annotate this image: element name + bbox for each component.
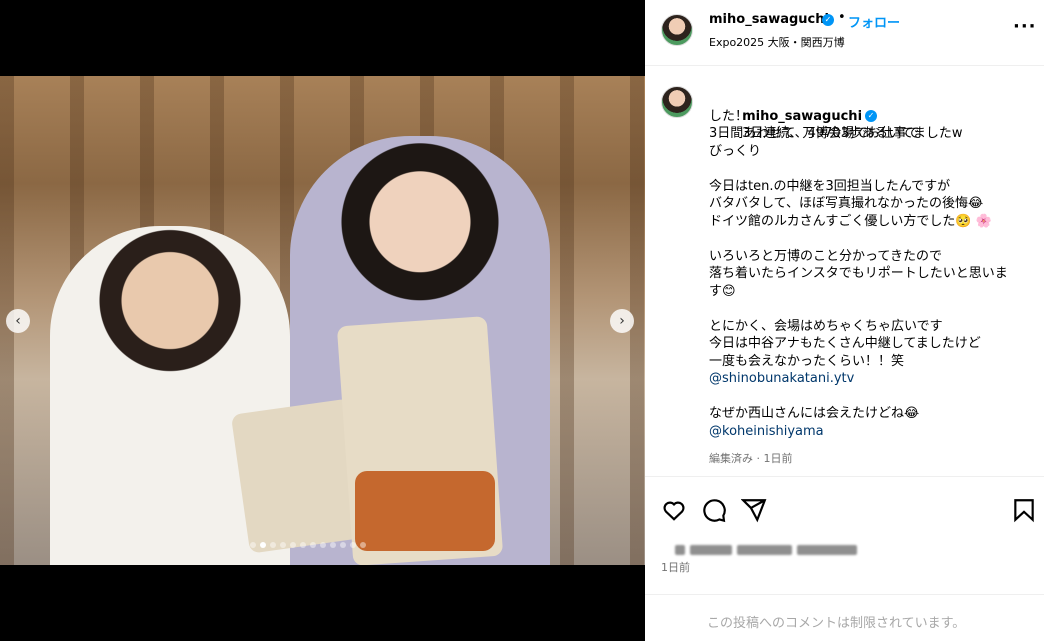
caption-section: miho_sawaguchi ✓ 3日連続、万博会場でお仕事で した！ 3日間あわせ… [645, 66, 1044, 476]
media-panel: ‹ › [0, 0, 645, 641]
caption-line: バタバタして、ほぼ写真撮れなかったの後悔😂 [709, 196, 984, 211]
caption-body: した！ 3日間あわせて、49703歩あるいてましたw びっくり 今日はten.の中継を… [709, 108, 1029, 371]
carousel-dot [300, 542, 306, 548]
carousel-dot [280, 542, 286, 548]
caption-line: ドイツ館のルカさんすごく優しい方でした🥺 🌸 [709, 213, 992, 229]
caption-username[interactable]: miho_sawaguchi [742, 109, 862, 124]
carousel-dot [260, 542, 266, 548]
caption-line: 3日間あわせて、49703歩あるいてましたw [709, 126, 963, 141]
caption-line: 落ち着いたらインスタでもリポートしたいと思いま [709, 266, 1008, 281]
verified-badge-icon: ✓ [865, 110, 878, 122]
share-icon[interactable] [740, 497, 767, 523]
blurred-text [737, 545, 792, 555]
photo-bento-food [355, 471, 495, 551]
likes-summary[interactable] [675, 540, 885, 555]
chevron-left-icon: ‹ [15, 313, 21, 329]
caption-line: 今日は中谷アナもたくさん中継してましたけど [709, 336, 981, 351]
caption-line: びっくり [709, 143, 762, 159]
next-slide-button[interactable]: › [610, 309, 634, 333]
caption-line [709, 160, 1029, 178]
caption-avatar[interactable] [661, 86, 693, 118]
username[interactable]: miho_sawaguchi [709, 12, 829, 27]
caption-meta: 編集済み · 1日前 [709, 452, 793, 465]
post-timestamp[interactable]: 1日前 [661, 559, 690, 575]
caption-line: 一度も会えなかったくらい！！笑 [709, 353, 905, 369]
blurred-text [690, 545, 732, 555]
caption-line: なぜか西山さんには会えたけどね😂 [709, 406, 920, 421]
separator: • [838, 10, 846, 25]
carousel-dot [340, 542, 346, 548]
caption-text: miho_sawaguchi ✓ 3日連続、万博会場でお仕事で した！ 3日間あわせ… [709, 90, 1029, 468]
caption-line: とにかく、会場はめちゃくちゃ広いです [709, 318, 943, 334]
carousel-dot [330, 542, 336, 548]
carousel-dot [320, 542, 326, 548]
mention-link[interactable]: @koheinishiyama [709, 424, 824, 439]
location-link[interactable]: Expo2025 大阪・関西万博 [709, 34, 845, 50]
post-header: miho_sawaguchi ✓ • フォロー Expo2025 大阪・関西万博… [645, 0, 1044, 66]
caption-line: す😊 [709, 283, 736, 299]
carousel-dot [310, 542, 316, 548]
post-details-panel: miho_sawaguchi ✓ • フォロー Expo2025 大阪・関西万博… [645, 0, 1044, 641]
verified-badge-icon: ✓ [822, 14, 834, 26]
comment-icon[interactable] [701, 497, 727, 523]
caption-line: 今日はten.の中継を3回担当したんですが [709, 178, 951, 194]
blurred-text [675, 545, 685, 555]
caption-line [709, 230, 1029, 248]
blurred-text [797, 545, 857, 555]
action-bar [645, 476, 1044, 536]
heart-icon[interactable] [661, 497, 687, 523]
carousel-indicator [250, 542, 366, 548]
carousel-dot [290, 542, 296, 548]
post-photo[interactable] [0, 76, 645, 565]
carousel-dot [360, 542, 366, 548]
avatar[interactable] [661, 14, 693, 46]
more-options-icon[interactable]: ··· [1013, 16, 1037, 37]
carousel-dot [250, 542, 256, 548]
chevron-right-icon: › [619, 313, 625, 329]
carousel-dot [270, 542, 276, 548]
carousel-dot [350, 542, 356, 548]
mention-link[interactable]: @shinobunakatani.ytv [709, 371, 854, 386]
caption-line: いろいろと万博のこと分かってきたので [709, 248, 942, 264]
bookmark-icon[interactable] [1011, 497, 1037, 523]
follow-button[interactable]: フォロー [848, 12, 900, 31]
comments-restricted-notice: この投稿へのコメントは制限されています。 [707, 616, 966, 631]
comment-restricted-bar: この投稿へのコメントは制限されています。 [645, 594, 1044, 641]
caption-line [709, 300, 1029, 318]
previous-slide-button[interactable]: ‹ [6, 309, 30, 333]
